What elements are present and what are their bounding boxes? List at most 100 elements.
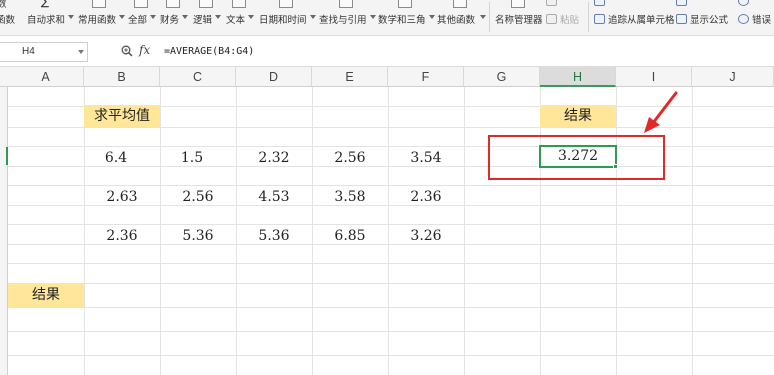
column-header-e[interactable]: E bbox=[312, 67, 388, 87]
name-manager-label: 名称管理器 bbox=[495, 15, 543, 26]
book-icon bbox=[232, 0, 246, 8]
cell-h4-selected[interactable]: 3.272 bbox=[539, 145, 617, 168]
lookup-reference-button[interactable]: 查找与引用 bbox=[319, 0, 376, 35]
trace-dependents-icon bbox=[594, 14, 605, 24]
chevron-down-icon bbox=[119, 15, 125, 19]
column-header-i[interactable]: I bbox=[616, 67, 692, 87]
column-header-a[interactable]: A bbox=[8, 67, 84, 87]
cell-b6[interactable]: 2.36 bbox=[84, 224, 160, 248]
column-header-bar: A B C D E F G H I J bbox=[0, 67, 774, 87]
cell-e4[interactable]: 2.56 bbox=[312, 146, 388, 170]
chevron-down-icon bbox=[150, 15, 156, 19]
column-header-b[interactable]: B bbox=[84, 67, 160, 87]
lookup-reference-label: 查找与引用 bbox=[319, 15, 367, 26]
math-trig-label: 数学和三角 bbox=[378, 15, 426, 26]
chevron-down-icon bbox=[248, 15, 254, 19]
trace-dependents-button[interactable]: 追踪从属单元格 bbox=[594, 12, 675, 26]
chevron-down-icon bbox=[182, 15, 188, 19]
cell-b5[interactable]: 2.63 bbox=[84, 185, 160, 209]
other-functions-button[interactable]: 其他函数 bbox=[437, 0, 486, 35]
paste-button[interactable]: 粘贴 bbox=[546, 12, 579, 26]
cell-f4[interactable]: 3.54 bbox=[388, 146, 464, 170]
cell-e5[interactable]: 3.58 bbox=[312, 185, 388, 209]
name-box[interactable]: H4 bbox=[0, 42, 88, 62]
formula-input[interactable]: =AVERAGE(B4:G4) bbox=[164, 42, 774, 62]
book-icon bbox=[166, 0, 180, 8]
paste-icon bbox=[546, 14, 557, 24]
gridline bbox=[8, 331, 774, 332]
common-functions-button[interactable]: 常用函数 bbox=[78, 0, 125, 35]
common-functions-label: 常用函数 bbox=[78, 15, 117, 26]
chevron-down-icon bbox=[215, 15, 221, 19]
other-functions-label: 其他函数 bbox=[437, 15, 476, 26]
show-formulas-button[interactable]: 显示公式 bbox=[676, 12, 728, 26]
chevron-down-icon bbox=[310, 15, 316, 19]
fx-icon[interactable]: fx bbox=[139, 43, 150, 57]
datetime-button[interactable]: 日期和时间 bbox=[259, 0, 316, 35]
cell-d4[interactable]: 2.32 bbox=[236, 146, 312, 170]
cell-b2-title[interactable]: 求平均值 bbox=[84, 105, 160, 127]
gridline bbox=[8, 283, 774, 284]
cell-e6[interactable]: 6.85 bbox=[312, 224, 388, 248]
book-icon bbox=[134, 0, 148, 8]
book-icon bbox=[279, 0, 293, 8]
name-manager-icon bbox=[511, 0, 525, 8]
fill-handle[interactable] bbox=[613, 164, 618, 169]
annotation-arrow-icon bbox=[644, 91, 678, 133]
active-row-marker bbox=[6, 147, 8, 165]
cell-h2-result-header[interactable]: 结果 bbox=[540, 105, 616, 127]
chevron-down-icon bbox=[68, 15, 74, 19]
book-icon bbox=[339, 0, 353, 8]
ribbon-cut-label: 函数 bbox=[0, 15, 16, 26]
cell-c4[interactable]: 1.5 bbox=[160, 146, 224, 170]
ribbon-separator bbox=[588, 2, 589, 32]
cell-a7-result-label[interactable]: 结果 bbox=[8, 283, 84, 307]
autosum-button[interactable]: ∑ 自动求和 bbox=[27, 0, 74, 35]
zoom-icon[interactable] bbox=[121, 45, 133, 57]
cell-b4[interactable]: 6.4 bbox=[84, 146, 148, 170]
cell-f6[interactable]: 3.26 bbox=[388, 224, 464, 248]
all-functions-label: 全部 bbox=[128, 15, 148, 26]
autosum-label: 自动求和 bbox=[27, 15, 66, 26]
chevron-down-icon bbox=[370, 15, 376, 19]
chevron-down-icon[interactable] bbox=[78, 50, 84, 54]
text-functions-button[interactable]: 文本 bbox=[226, 0, 254, 35]
finance-label: 财务 bbox=[160, 15, 180, 26]
logic-button[interactable]: 逻辑 bbox=[193, 0, 221, 35]
column-header-c[interactable]: C bbox=[160, 67, 236, 87]
cell-d6[interactable]: 5.36 bbox=[236, 224, 312, 248]
chevron-down-icon bbox=[480, 15, 486, 19]
ribbon-cut-top-item bbox=[594, 0, 608, 8]
finance-button[interactable]: 财务 bbox=[160, 0, 188, 35]
error-check-icon bbox=[738, 14, 749, 24]
error-check-button[interactable]: 错误 bbox=[738, 12, 771, 26]
text-functions-label: 文本 bbox=[226, 15, 246, 26]
row-header-bar[interactable] bbox=[0, 87, 8, 375]
name-manager-button[interactable]: 名称管理器 bbox=[495, 0, 543, 35]
ribbon-cut-top-item bbox=[676, 0, 690, 8]
cell-d5[interactable]: 4.53 bbox=[236, 185, 312, 209]
all-functions-button[interactable]: 全部 bbox=[128, 0, 156, 35]
function-icon bbox=[92, 0, 106, 8]
column-header-f[interactable]: F bbox=[388, 67, 464, 87]
ribbon-cut-label-top: 数 bbox=[0, 0, 7, 10]
ribbon-cut-top-item bbox=[546, 0, 560, 8]
spreadsheet-grid[interactable]: A B C D E F G H I J 求平均值 结果 结果 6.4 1.5 2… bbox=[0, 67, 774, 375]
error-check-label: 错误 bbox=[752, 15, 772, 26]
paste-label: 粘贴 bbox=[560, 15, 580, 26]
chevron-down-icon bbox=[429, 15, 435, 19]
book-icon bbox=[199, 0, 213, 8]
cell-c6[interactable]: 5.36 bbox=[160, 224, 236, 248]
gridline bbox=[8, 355, 774, 356]
gridline bbox=[8, 263, 774, 264]
column-header-j[interactable]: J bbox=[692, 67, 774, 87]
column-header-h[interactable]: H bbox=[540, 67, 616, 87]
ribbon-toolbar: 数 函数 ∑ 自动求和 常用函数 全部 财务 逻辑 文本 日期和时间 查找与引用 bbox=[0, 0, 774, 36]
column-header-g[interactable]: G bbox=[464, 67, 540, 87]
formula-bar: H4 fx =AVERAGE(B4:G4) bbox=[0, 36, 774, 67]
math-trig-button[interactable]: 数学和三角 bbox=[378, 0, 435, 35]
column-header-d[interactable]: D bbox=[236, 67, 312, 87]
cell-c5[interactable]: 2.56 bbox=[160, 185, 236, 209]
cell-f5[interactable]: 2.36 bbox=[388, 185, 464, 209]
gridline bbox=[8, 307, 774, 308]
